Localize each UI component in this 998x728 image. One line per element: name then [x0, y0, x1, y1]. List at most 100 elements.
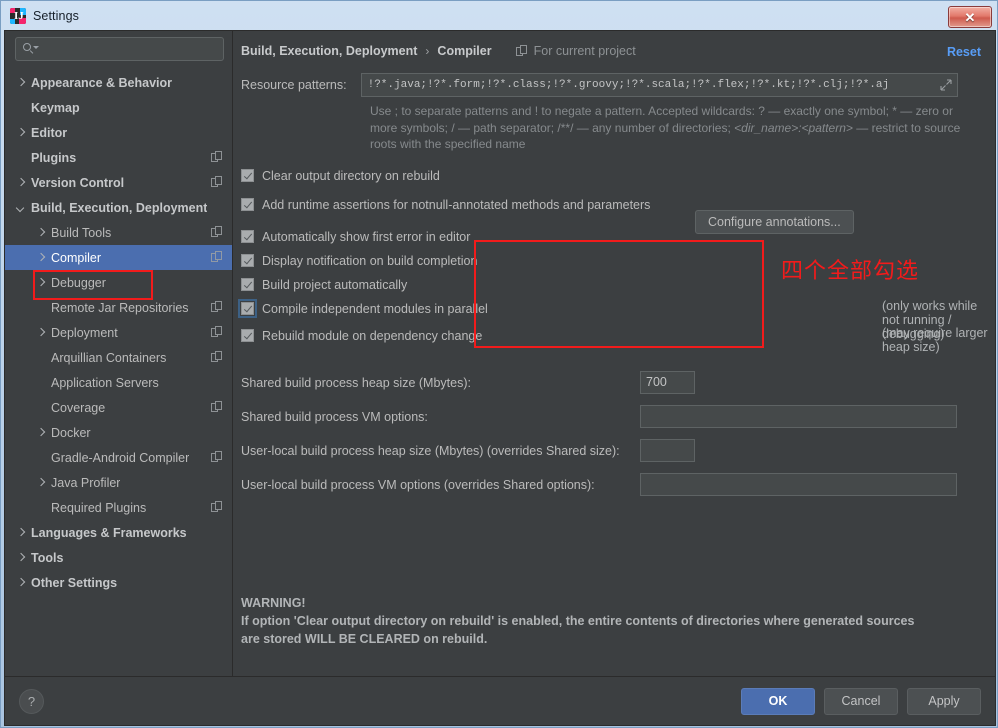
resource-patterns-hint: Use ; to separate patterns and ! to nega… [370, 103, 970, 153]
hint-line-3: roots with the specified name [370, 137, 525, 151]
warning-line-1: If option 'Clear output directory on reb… [241, 612, 961, 630]
sidebar-item-debugger[interactable]: Debugger [5, 270, 232, 295]
chevron-down-icon[interactable] [15, 202, 27, 214]
checkbox-checked-icon[interactable] [241, 198, 254, 211]
help-button[interactable]: ? [19, 689, 44, 714]
field-label: Shared build process VM options: [241, 410, 428, 424]
tree-indent [35, 452, 47, 464]
checkbox-row[interactable]: Clear output directory on rebuild [241, 164, 995, 188]
sidebar-item-required-plugins[interactable]: Required Plugins [5, 495, 232, 520]
expand-diagonal-icon[interactable] [940, 79, 952, 91]
sidebar-item-editor[interactable]: Editor [5, 120, 232, 145]
sidebar-item-label: Application Servers [51, 376, 159, 390]
chevron-right-icon[interactable] [35, 427, 47, 439]
checkbox-label: Clear output directory on rebuild [262, 169, 440, 183]
ok-button[interactable]: OK [741, 688, 815, 715]
chevron-right-icon[interactable] [35, 252, 47, 264]
sidebar-item-keymap[interactable]: Keymap [5, 95, 232, 120]
dialog-body: Appearance & Behavior KeymapEditor Plugins… [5, 31, 995, 676]
sidebar-search-wrap [5, 37, 232, 70]
chevron-right-icon[interactable] [15, 527, 27, 539]
field-value: 700 [646, 375, 667, 389]
chevron-right-icon[interactable] [15, 577, 27, 589]
sidebar-item-label: Appearance & Behavior [31, 76, 172, 90]
warning-text: WARNING! If option 'Clear output directo… [241, 594, 961, 648]
chevron-right-icon[interactable] [15, 552, 27, 564]
close-button[interactable]: ✕ [948, 6, 992, 28]
checkbox-checked-icon[interactable] [241, 302, 254, 315]
chevron-right-icon[interactable] [35, 227, 47, 239]
sidebar-item-remote-jar-repositories[interactable]: Remote Jar Repositories [5, 295, 232, 320]
warning-line-2: are stored WILL BE CLEARED on rebuild. [241, 630, 961, 648]
sidebar-item-appearance-behavior[interactable]: Appearance & Behavior [5, 70, 232, 95]
checkbox-row[interactable]: Add runtime assertions for notnull-annot… [241, 193, 995, 217]
resource-patterns-input[interactable]: !?*.java;!?*.form;!?*.class;!?*.groovy;!… [361, 73, 958, 97]
sidebar-item-version-control[interactable]: Version Control [5, 170, 232, 195]
hint-line-1: Use ; to separate patterns and ! to nega… [370, 104, 953, 118]
sidebar-item-arquillian-containers[interactable]: Arquillian Containers [5, 345, 232, 370]
search-input[interactable] [15, 37, 224, 61]
checkbox-checked-icon[interactable] [241, 329, 254, 342]
field-label: User-local build process VM options (ove… [241, 478, 595, 492]
settings-tree: Appearance & Behavior KeymapEditor Plugins… [5, 70, 232, 595]
chevron-right-icon[interactable] [35, 477, 47, 489]
field-input[interactable] [640, 439, 695, 462]
copy-icon [211, 326, 224, 339]
copy-icon [211, 401, 224, 414]
sidebar-item-tools[interactable]: Tools [5, 545, 232, 570]
build-process-fields: Shared build process heap size (Mbytes):… [233, 366, 995, 502]
field-input[interactable] [640, 473, 957, 496]
sidebar-item-label: Remote Jar Repositories [51, 301, 189, 315]
reset-link[interactable]: Reset [947, 45, 981, 59]
tree-indent [35, 302, 47, 314]
sidebar-item-languages-frameworks[interactable]: Languages & Frameworks [5, 520, 232, 545]
field-input[interactable] [640, 405, 957, 428]
hint-line-2a: more symbols; / — path separator; /**/ —… [370, 121, 734, 135]
sidebar-item-label: Version Control [31, 176, 124, 190]
chevron-right-icon[interactable] [15, 177, 27, 189]
window-frame: IJ Settings ✕ Appe [0, 0, 998, 728]
sidebar-item-docker[interactable]: Docker [5, 420, 232, 445]
breadcrumb-root[interactable]: Build, Execution, Deployment [241, 44, 417, 58]
sidebar-item-label: Build, Execution, Deployment [31, 201, 207, 215]
annotation-chinese-note: 四个全部勾选 [781, 253, 919, 285]
side-note-parallel: (may require larger heap size) [882, 326, 995, 354]
chevron-right-icon[interactable] [35, 277, 47, 289]
chevron-right-icon[interactable] [15, 127, 27, 139]
sidebar-item-coverage[interactable]: Coverage [5, 395, 232, 420]
field-label: User-local build process heap size (Mbyt… [241, 444, 620, 458]
tree-indent [15, 102, 27, 114]
copy-icon [211, 226, 224, 239]
hint-line-2b: — restrict to source [853, 121, 960, 135]
sidebar-item-label: Plugins [31, 151, 76, 165]
chevron-right-icon[interactable] [35, 327, 47, 339]
field-row: User-local build process VM options (ove… [233, 468, 995, 502]
sidebar-item-build-execution-deployment[interactable]: Build, Execution, Deployment [5, 195, 232, 220]
checkbox-checked-icon[interactable] [241, 278, 254, 291]
configure-annotations-button[interactable]: Configure annotations... [695, 210, 854, 234]
tree-indent [15, 152, 27, 164]
copy-icon [211, 251, 224, 264]
checkbox-checked-icon[interactable] [241, 169, 254, 182]
copy-icon [516, 45, 529, 58]
sidebar-item-label: Other Settings [31, 576, 117, 590]
cancel-button[interactable]: Cancel [824, 688, 898, 715]
sidebar-item-application-servers[interactable]: Application Servers [5, 370, 232, 395]
checkbox-row[interactable]: Automatically show first error in editor [241, 225, 995, 249]
sidebar-item-java-profiler[interactable]: Java Profiler [5, 470, 232, 495]
sidebar-item-build-tools[interactable]: Build Tools [5, 220, 232, 245]
sidebar-item-label: Docker [51, 426, 91, 440]
checkbox-checked-icon[interactable] [241, 230, 254, 243]
sidebar-item-plugins[interactable]: Plugins [5, 145, 232, 170]
sidebar-item-compiler[interactable]: Compiler [5, 245, 232, 270]
copy-icon [211, 176, 224, 189]
chevron-right-icon[interactable] [15, 77, 27, 89]
sidebar-item-other-settings[interactable]: Other Settings [5, 570, 232, 595]
breadcrumb-separator: › [425, 44, 429, 58]
sidebar-item-gradle-android-compiler[interactable]: Gradle-Android Compiler [5, 445, 232, 470]
field-input[interactable]: 700 [640, 371, 695, 394]
sidebar-item-deployment[interactable]: Deployment [5, 320, 232, 345]
checkbox-checked-icon[interactable] [241, 254, 254, 267]
breadcrumb-leaf: Compiler [437, 44, 491, 58]
apply-button[interactable]: Apply [907, 688, 981, 715]
